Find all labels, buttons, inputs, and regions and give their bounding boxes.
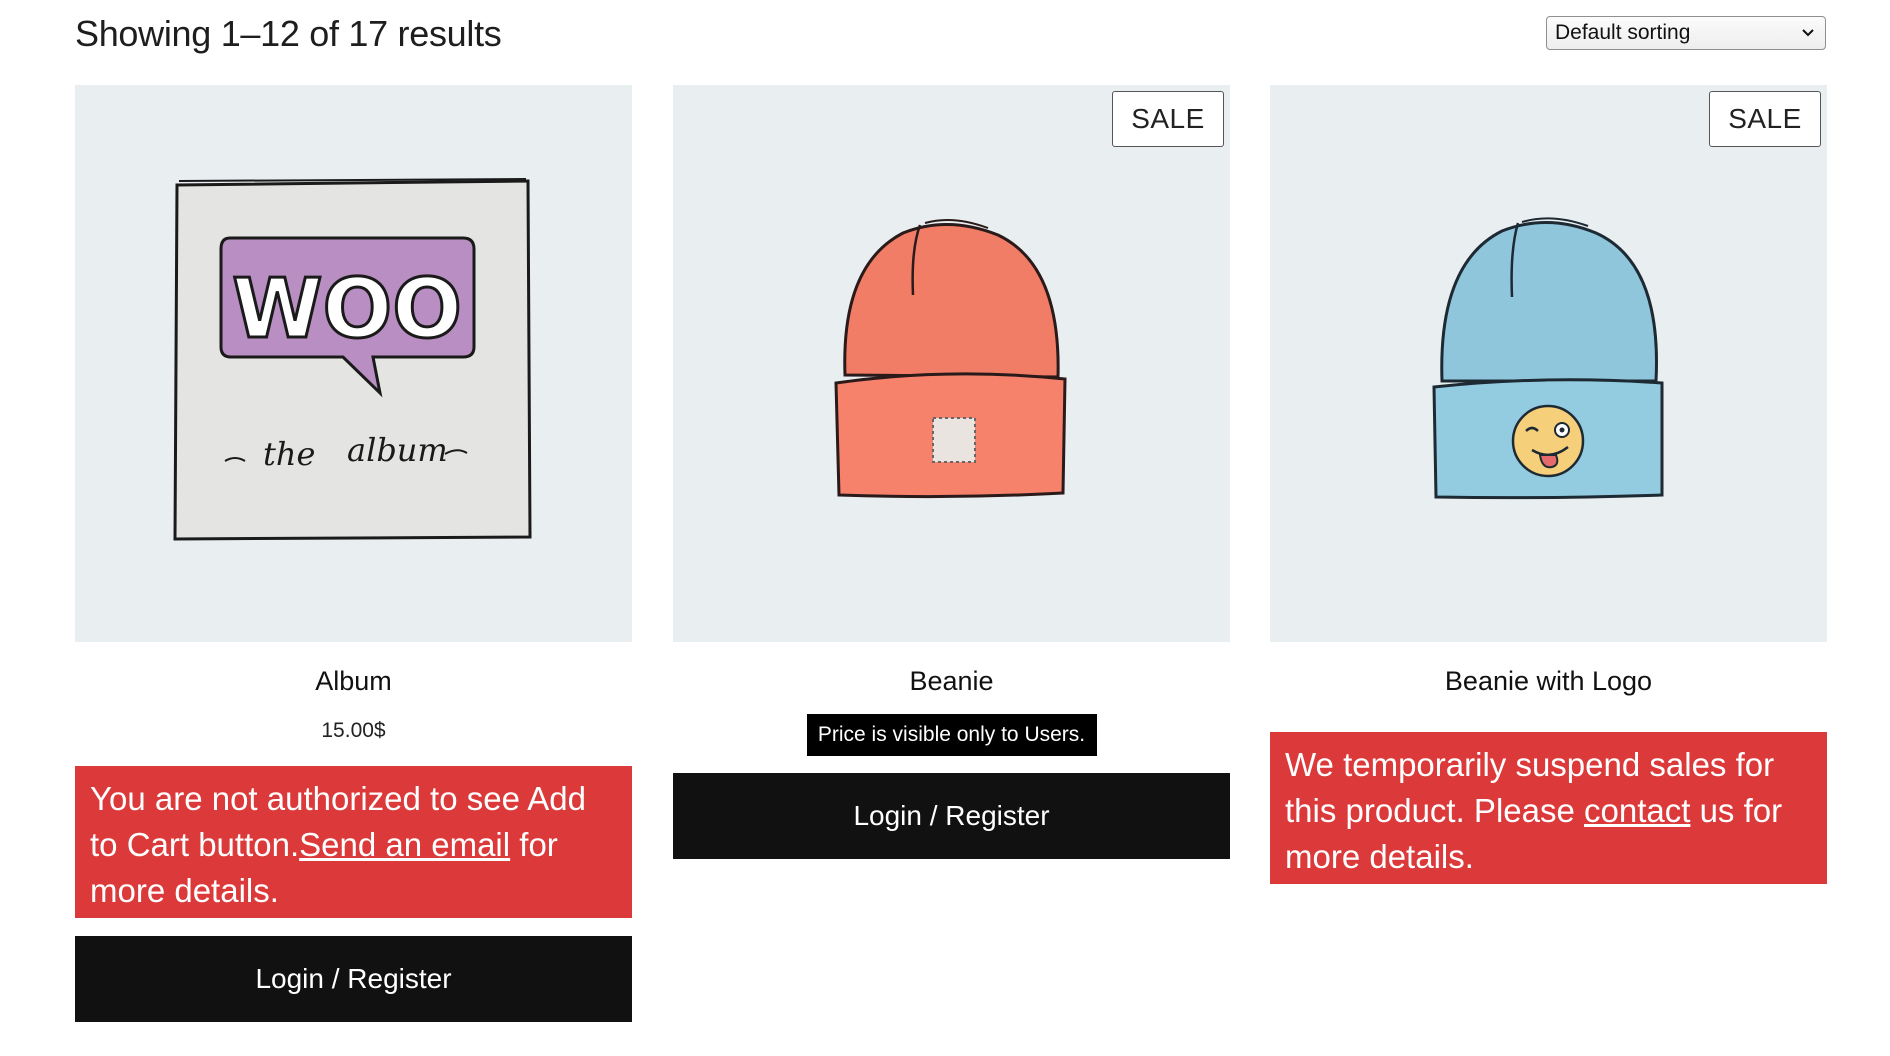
product-card-album: WOO the album Album 15.00$ You are not a…: [75, 85, 632, 1022]
orange-beanie-illustration: [834, 219, 1067, 499]
login-register-button[interactable]: Login / Register: [75, 936, 632, 1022]
sale-badge: SALE: [1112, 91, 1224, 147]
product-title[interactable]: Album: [75, 664, 632, 698]
product-title[interactable]: Beanie with Logo: [1270, 664, 1827, 698]
sales-suspended-notice: We temporarily suspend sales for this pr…: [1270, 732, 1827, 884]
product-card-beanie-with-logo: SALE Beanie with Logo We temporarily sus…: [1270, 85, 1827, 884]
product-image-beanie[interactable]: SALE: [673, 85, 1230, 642]
shop-page: Showing 1–12 of 17 results Default sorti…: [0, 0, 1890, 1056]
album-the-text: the: [263, 435, 315, 473]
album-cover-illustration: WOO the album: [173, 178, 532, 541]
price-visibility-note: Price is visible only to Users.: [806, 714, 1097, 756]
send-email-link[interactable]: Send an email: [299, 826, 510, 863]
album-woo-text: WOO: [232, 262, 462, 357]
product-image-beanie-with-logo[interactable]: SALE: [1270, 85, 1827, 642]
chevron-down-icon: [1802, 29, 1814, 37]
sort-select-value: Default sorting: [1555, 21, 1691, 44]
product-price: 15.00$: [321, 719, 386, 742]
blue-beanie-illustration: [1432, 217, 1664, 500]
result-count: Showing 1–12 of 17 results: [75, 13, 502, 54]
product-image-album[interactable]: WOO the album: [75, 85, 632, 642]
unauthorized-notice: You are not authorized to see Add to Car…: [75, 766, 632, 918]
product-title[interactable]: Beanie: [673, 664, 1230, 698]
contact-link[interactable]: contact: [1584, 792, 1690, 829]
sort-select[interactable]: Default sorting: [1546, 16, 1826, 50]
product-card-beanie: SALE Beanie Price is visible only to Use…: [673, 85, 1230, 859]
login-register-button[interactable]: Login / Register: [673, 773, 1230, 859]
sale-badge: SALE: [1709, 91, 1821, 147]
album-word-text: album: [347, 431, 448, 469]
